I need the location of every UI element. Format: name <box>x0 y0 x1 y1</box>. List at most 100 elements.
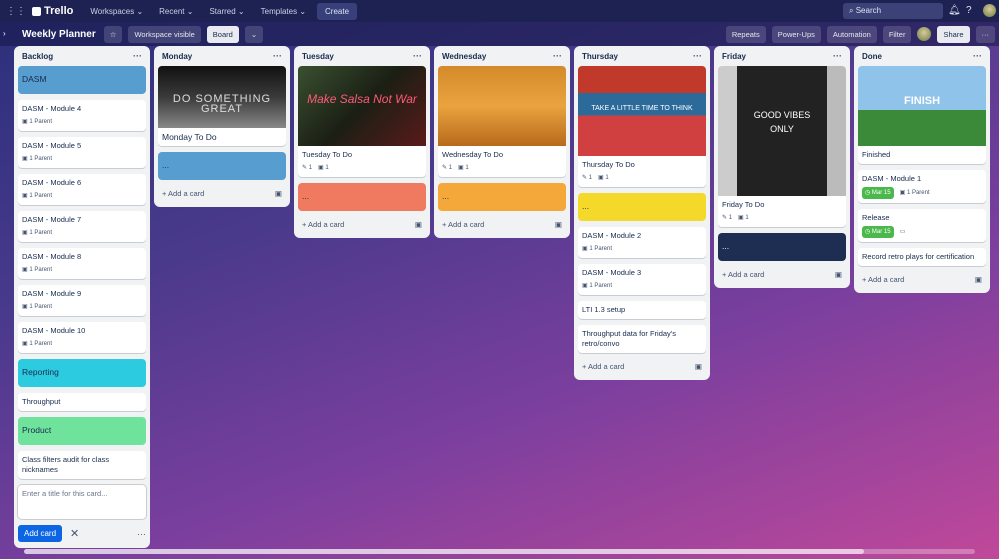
cover-image: FINISH <box>858 66 986 146</box>
visibility-button[interactable]: Workspace visible <box>128 25 201 43</box>
add-card-link[interactable]: + Add a card <box>582 362 624 371</box>
card[interactable]: DASM - Module 2 ▣ 1 Parent <box>578 227 706 258</box>
list-monday: Monday ··· DO SOMETHING GREAT Monday To D… <box>154 46 290 207</box>
cover-image: DO SOMETHING GREAT <box>158 66 286 128</box>
menu-starred[interactable]: Starred ⌄ <box>204 4 249 19</box>
list-thursday: Thursday ··· TAKE A LITTLE TIME TO THINK … <box>574 46 710 380</box>
template-icon[interactable]: ▣ <box>415 220 422 229</box>
filter-button[interactable]: Filter <box>882 25 912 43</box>
apps-icon[interactable]: ⋮⋮ <box>6 6 26 17</box>
cover-image: TAKE A LITTLE TIME TO THINK <box>578 66 706 156</box>
template-icon[interactable]: ▣ <box>835 270 842 279</box>
parent-badge: ▣ 1 Parent <box>22 341 53 347</box>
card[interactable]: Wednesday To Do ✎ 1 ▣ 1 <box>438 66 566 177</box>
cover-image: GOOD VIBES ONLY <box>718 66 846 196</box>
card[interactable]: Release ◷ Mar 15 ▭ <box>858 209 986 242</box>
avatar[interactable] <box>983 4 996 17</box>
list-menu-icon[interactable]: ··· <box>273 51 282 61</box>
card[interactable]: ... <box>578 193 706 221</box>
list-wednesday: Wednesday ··· Wednesday To Do ✎ 1 ▣ 1 ... … <box>434 46 570 238</box>
card-title-input[interactable]: Enter a title for this card... <box>18 485 146 519</box>
card[interactable]: DASM - Module 10 ▣ 1 Parent <box>18 322 146 353</box>
card[interactable]: DASM - Module 1 ◷ Mar 15 ▣ 1 Parent <box>858 170 986 203</box>
card[interactable]: DASM - Module 9 ▣ 1 Parent <box>18 285 146 316</box>
card[interactable]: ... <box>298 183 426 211</box>
list-menu-icon[interactable]: ··· <box>973 51 982 61</box>
template-icon[interactable]: ▣ <box>555 220 562 229</box>
card[interactable]: TAKE A LITTLE TIME TO THINK Thursday To … <box>578 66 706 187</box>
list-menu-icon[interactable]: ··· <box>413 51 422 61</box>
card[interactable]: Record retro plays for certification <box>858 248 986 266</box>
add-card-button[interactable]: Add card <box>18 525 63 542</box>
parent-badge: ▣ 1 Parent <box>22 156 53 162</box>
add-card-link[interactable]: + Add a card <box>862 275 904 284</box>
card[interactable]: GOOD VIBES ONLY Friday To Do ✎ 1 ▣ 1 <box>718 66 846 227</box>
cover-image: Make Salsa Not War <box>298 66 426 146</box>
add-card-link[interactable]: + Add a card <box>442 220 484 229</box>
horizontal-scrollbar[interactable] <box>24 549 975 554</box>
sidebar-expand-icon[interactable]: › <box>3 29 6 38</box>
close-icon[interactable]: ✕ <box>70 527 79 540</box>
due-date-badge: ◷ Mar 15 <box>862 226 894 238</box>
board-view-button[interactable]: Board <box>206 25 239 43</box>
card[interactable]: Throughput <box>18 393 146 411</box>
parent-badge: ▣ 1 Parent <box>22 193 53 199</box>
card[interactable]: ... <box>718 233 846 261</box>
automation-button[interactable]: Automation <box>826 25 877 43</box>
trello-logo[interactable]: Trello <box>32 5 73 17</box>
card[interactable]: LTI 1.3 setup <box>578 301 706 319</box>
menu-recent[interactable]: Recent ⌄ <box>154 4 198 19</box>
star-button[interactable]: ☆ <box>103 25 123 43</box>
parent-badge: ▣ 1 Parent <box>22 304 53 310</box>
template-icon[interactable]: ▣ <box>275 189 282 198</box>
member-avatar[interactable] <box>917 27 932 41</box>
share-button[interactable]: Share <box>937 25 970 43</box>
help-icon[interactable]: ? <box>966 5 972 16</box>
card[interactable]: DASM - Module 7 ▣ 1 Parent <box>18 211 146 242</box>
list-tuesday: Tuesday ··· Make Salsa Not War Tuesday To… <box>294 46 430 238</box>
powerups-button[interactable]: Power-Ups <box>771 25 821 43</box>
add-card-link[interactable]: + Add a card <box>722 270 764 279</box>
cover-image <box>438 66 566 146</box>
label-card[interactable]: Reporting <box>18 359 146 387</box>
card[interactable]: Make Salsa Not War Tuesday To Do ✎ 1 ▣ 1 <box>298 66 426 177</box>
list-done: Done ··· FINISH Finished DASM - Module 1 ◷… <box>854 46 990 293</box>
card[interactable]: DO SOMETHING GREAT Monday To Do <box>158 66 286 146</box>
board-title[interactable]: Weekly Planner <box>22 29 96 40</box>
list-menu-icon[interactable]: ··· <box>833 51 842 61</box>
add-card-link[interactable]: + Add a card <box>302 220 344 229</box>
list-menu-icon[interactable]: ··· <box>133 51 142 61</box>
due-date-badge: ◷ Mar 15 <box>862 187 894 199</box>
board-bar: Weekly Planner ☆ Workspace visible Board… <box>0 22 999 46</box>
card[interactable]: DASM - Module 3 ▣ 1 Parent <box>578 264 706 295</box>
menu-templates[interactable]: Templates ⌄ <box>256 4 311 19</box>
parent-badge: ▣ 1 Parent <box>22 267 53 273</box>
list-menu-icon[interactable]: ··· <box>693 51 702 61</box>
board-menu-button[interactable]: ··· <box>975 25 995 43</box>
more-icon[interactable]: ··· <box>137 529 146 539</box>
template-icon[interactable]: ▣ <box>695 362 702 371</box>
search-input[interactable]: ⌕ Search <box>843 3 943 19</box>
template-icon[interactable]: ▣ <box>975 275 982 284</box>
menu-workspaces[interactable]: Workspaces ⌄ <box>85 4 148 19</box>
card[interactable]: DASM - Module 6 ▣ 1 Parent <box>18 174 146 205</box>
label-card[interactable]: DASM <box>18 66 146 94</box>
card[interactable]: Throughput data for Friday's retro/convo <box>578 325 706 353</box>
card[interactable]: DASM - Module 8 ▣ 1 Parent <box>18 248 146 279</box>
label-card[interactable]: Product <box>18 417 146 445</box>
parent-badge: ▣ 1 Parent <box>22 230 53 236</box>
card[interactable]: DASM - Module 4 ▣ 1 Parent <box>18 100 146 131</box>
list-menu-icon[interactable]: ··· <box>553 51 562 61</box>
card[interactable]: ... <box>158 152 286 180</box>
repeats-button[interactable]: Repeats <box>725 25 766 43</box>
view-switcher-chevron-icon[interactable]: ⌄ <box>244 25 264 43</box>
search-icon: ⌕ <box>849 6 854 15</box>
list-title: Backlog <box>22 51 54 61</box>
create-button[interactable]: Create <box>317 2 358 20</box>
card[interactable]: ... <box>438 183 566 211</box>
card[interactable]: Class filters audit for class nicknames <box>18 451 146 479</box>
card[interactable]: FINISH Finished <box>858 66 986 164</box>
notifications-icon[interactable]: 🔔︎ <box>948 5 961 16</box>
card[interactable]: DASM - Module 5 ▣ 1 Parent <box>18 137 146 168</box>
add-card-link[interactable]: + Add a card <box>162 189 204 198</box>
